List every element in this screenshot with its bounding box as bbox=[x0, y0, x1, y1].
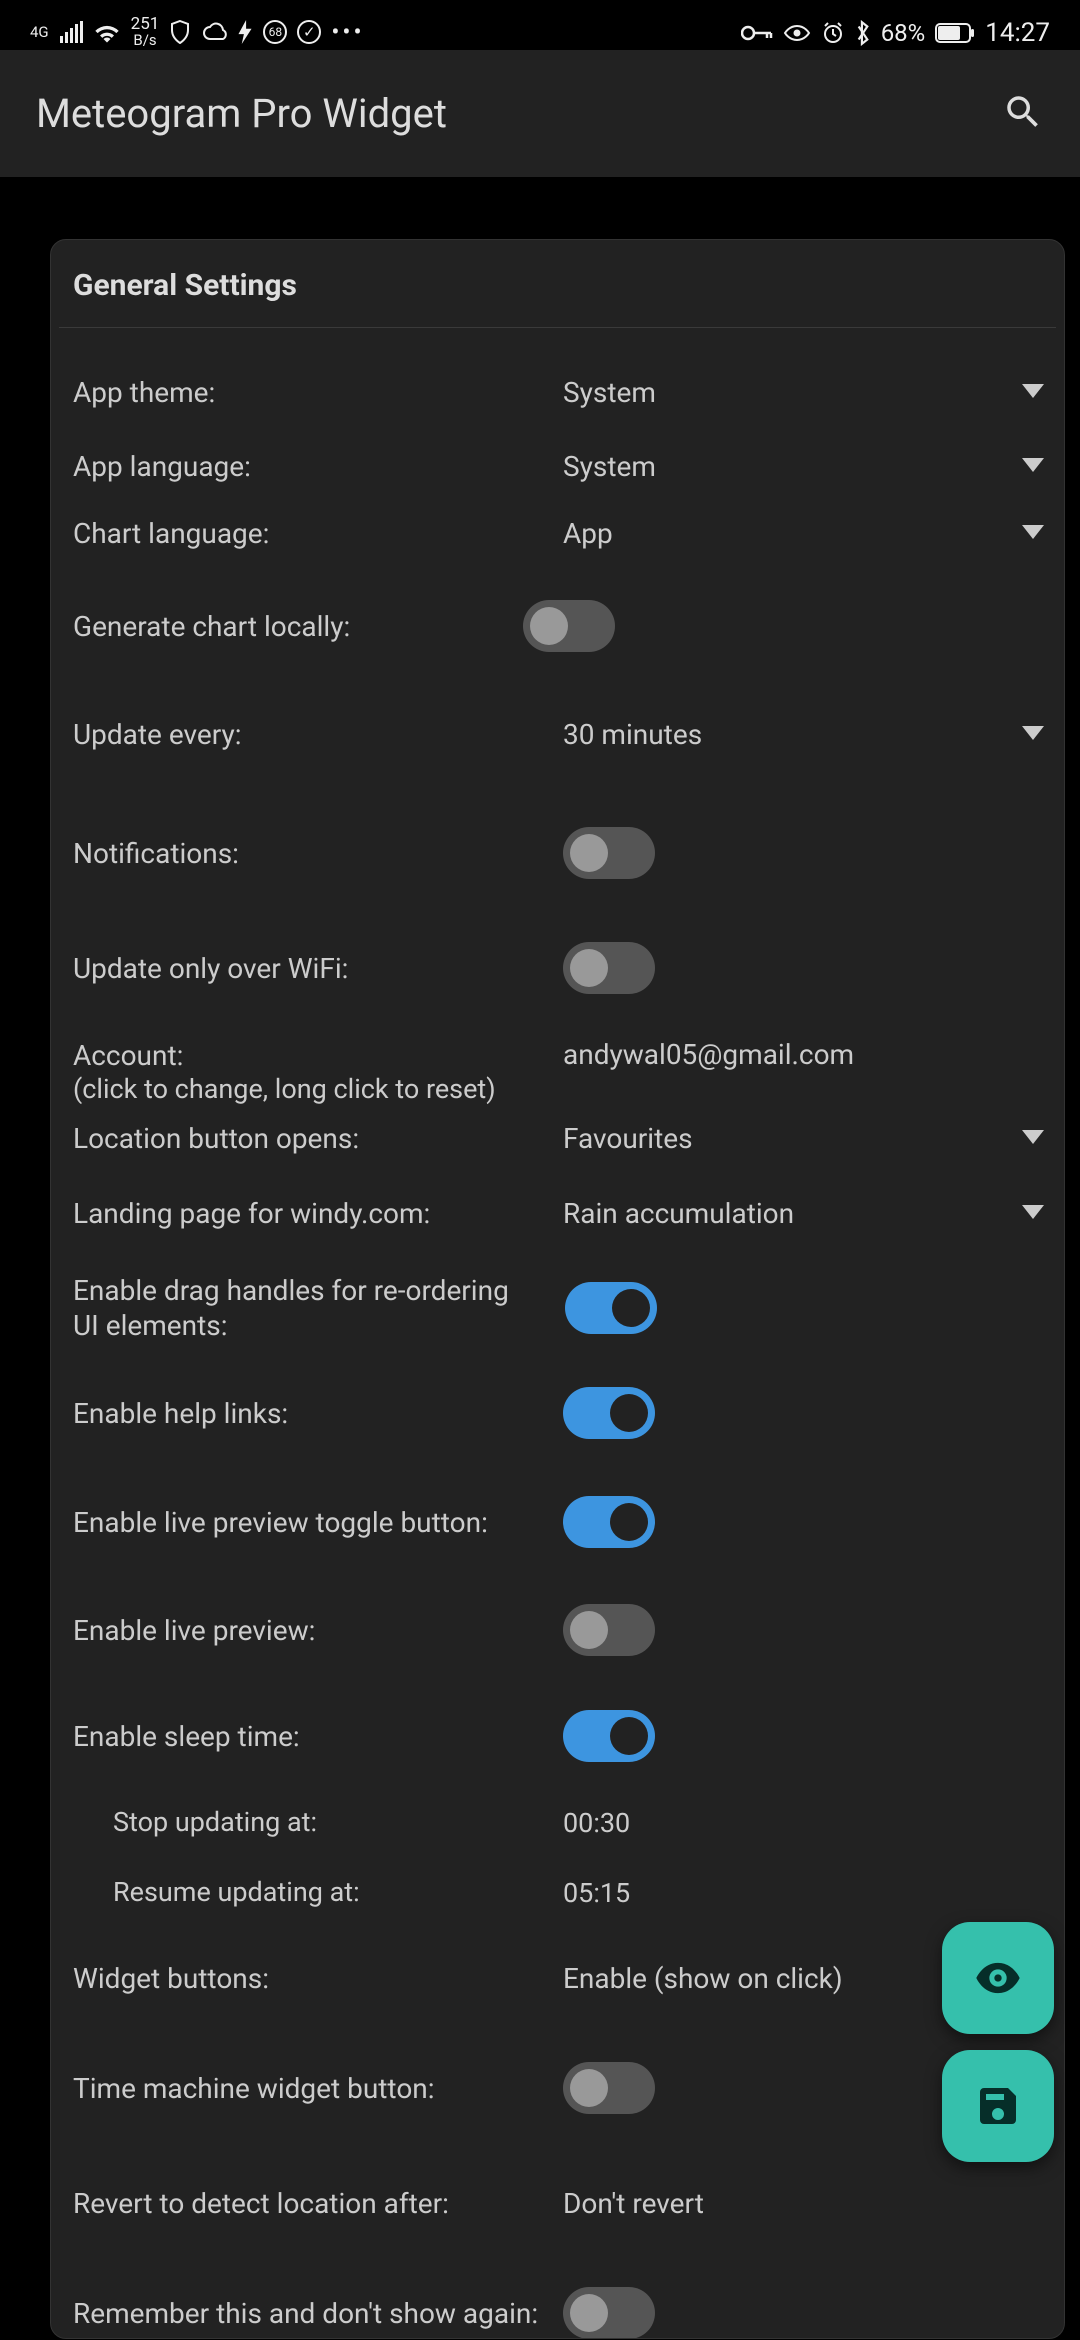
row-app-language[interactable]: App language: System bbox=[73, 438, 1050, 494]
row-resume-at[interactable]: Resume updating at: 05:15 bbox=[73, 1858, 1050, 1928]
label-account: Account: bbox=[73, 1039, 183, 1072]
label-location-button: Location button opens: bbox=[73, 1121, 563, 1156]
row-account[interactable]: Account:(click to change, long click to … bbox=[73, 1018, 1050, 1108]
more-icon: ••• bbox=[331, 18, 364, 46]
label-app-theme: App theme: bbox=[73, 375, 563, 410]
toggle-help-links[interactable] bbox=[563, 1387, 655, 1439]
value-chart-language: App bbox=[563, 517, 1010, 550]
value-revert-detect: Don't revert bbox=[563, 2187, 1010, 2220]
battery-icon bbox=[935, 23, 975, 43]
chevron-down-icon bbox=[1022, 726, 1044, 740]
label-sleep-time: Enable sleep time: bbox=[73, 1719, 563, 1754]
value-location-button: Favourites bbox=[563, 1122, 1010, 1155]
label-resume-at: Resume updating at: bbox=[73, 1876, 563, 1910]
search-icon[interactable] bbox=[1002, 91, 1044, 137]
toggle-generate-chart-locally[interactable] bbox=[523, 600, 615, 652]
wifi-icon bbox=[93, 21, 121, 43]
row-revert-detect[interactable]: Revert to detect location after: Don't r… bbox=[73, 2148, 1050, 2258]
toggle-live-preview[interactable] bbox=[563, 1604, 655, 1656]
toggle-drag-handles[interactable] bbox=[565, 1282, 657, 1334]
value-resume-at: 05:15 bbox=[563, 1877, 1010, 1909]
row-help-links[interactable]: Enable help links: bbox=[73, 1358, 1050, 1468]
toggle-time-machine[interactable] bbox=[563, 2062, 655, 2114]
fab-preview[interactable] bbox=[942, 1922, 1054, 2034]
label-drag-handles: Enable drag handles for re-ordering UI e… bbox=[73, 1273, 521, 1343]
chevron-down-icon bbox=[1022, 1205, 1044, 1219]
section-title: General Settings bbox=[51, 268, 1064, 327]
chevron-down-icon bbox=[1022, 458, 1044, 472]
label-revert-detect: Revert to detect location after: bbox=[73, 2186, 563, 2221]
row-sleep-time[interactable]: Enable sleep time: bbox=[73, 1684, 1050, 1788]
value-update-every: 30 minutes bbox=[563, 718, 1010, 751]
label-help-links: Enable help links: bbox=[73, 1396, 563, 1431]
label-generate-chart-locally: Generate chart locally: bbox=[73, 609, 523, 644]
fab-save[interactable] bbox=[942, 2050, 1054, 2162]
clock: 14:27 bbox=[985, 18, 1050, 48]
settings-card: General Settings App theme: System App l… bbox=[50, 239, 1065, 2339]
row-update-every[interactable]: Update every: 30 minutes bbox=[73, 680, 1050, 788]
toggle-notifications[interactable] bbox=[563, 827, 655, 879]
eye-icon bbox=[783, 24, 811, 42]
row-live-preview[interactable]: Enable live preview: bbox=[73, 1576, 1050, 1684]
label-update-wifi: Update only over WiFi: bbox=[73, 951, 563, 986]
toggle-sleep-time[interactable] bbox=[563, 1710, 655, 1762]
row-drag-handles[interactable]: Enable drag handles for re-ordering UI e… bbox=[73, 1258, 1050, 1358]
row-widget-buttons[interactable]: Widget buttons: Enable (show on click) bbox=[73, 1928, 1050, 2028]
chevron-down-icon bbox=[1022, 525, 1044, 539]
alarm-icon bbox=[821, 21, 845, 45]
label-widget-buttons: Widget buttons: bbox=[73, 1961, 563, 1996]
app-title: Meteogram Pro Widget bbox=[36, 90, 447, 137]
eye-icon bbox=[972, 1952, 1024, 2004]
network-4g-icon: 4G bbox=[30, 25, 49, 40]
app-bar: Meteogram Pro Widget bbox=[0, 50, 1080, 177]
bluetooth-icon bbox=[855, 20, 871, 46]
value-account: andywal05@gmail.com bbox=[563, 1038, 1010, 1071]
cloud-icon bbox=[201, 22, 227, 42]
value-app-theme: System bbox=[563, 376, 1010, 409]
circle-68-icon: 68 bbox=[263, 20, 287, 44]
status-bar: 4G 251B/s 68 ✓ ••• bbox=[0, 0, 1080, 50]
label-live-preview-toggle: Enable live preview toggle button: bbox=[73, 1505, 563, 1540]
row-notifications[interactable]: Notifications: bbox=[73, 788, 1050, 918]
label-notifications: Notifications: bbox=[73, 836, 563, 871]
value-landing-windy: Rain accumulation bbox=[563, 1197, 1010, 1230]
circle-check-icon: ✓ bbox=[297, 20, 321, 44]
label-chart-language: Chart language: bbox=[73, 516, 563, 551]
label-update-every: Update every: bbox=[73, 717, 563, 752]
fade-bottom bbox=[51, 2298, 1064, 2338]
network-speed: 251B/s bbox=[131, 16, 160, 48]
value-stop-at: 00:30 bbox=[563, 1807, 1010, 1839]
row-time-machine[interactable]: Time machine widget button: bbox=[73, 2028, 1050, 2148]
row-landing-windy[interactable]: Landing page for windy.com: Rain accumul… bbox=[73, 1168, 1050, 1258]
battery-percent: 68% bbox=[881, 19, 926, 47]
bolt-icon bbox=[237, 20, 253, 44]
chevron-down-icon bbox=[1022, 384, 1044, 398]
label-time-machine: Time machine widget button: bbox=[73, 2071, 563, 2106]
row-stop-at[interactable]: Stop updating at: 00:30 bbox=[73, 1788, 1050, 1858]
toggle-live-preview-toggle[interactable] bbox=[563, 1496, 655, 1548]
label-landing-windy: Landing page for windy.com: bbox=[73, 1196, 563, 1231]
row-generate-chart-locally[interactable]: Generate chart locally: bbox=[73, 572, 1050, 680]
value-app-language: System bbox=[563, 450, 1010, 483]
save-icon bbox=[974, 2082, 1022, 2130]
row-location-button[interactable]: Location button opens: Favourites bbox=[73, 1108, 1050, 1168]
row-live-preview-toggle[interactable]: Enable live preview toggle button: bbox=[73, 1468, 1050, 1576]
chevron-down-icon bbox=[1022, 1130, 1044, 1144]
row-chart-language[interactable]: Chart language: App bbox=[73, 494, 1050, 572]
shield-icon bbox=[169, 20, 191, 44]
row-app-theme[interactable]: App theme: System bbox=[73, 346, 1050, 438]
key-icon bbox=[741, 24, 773, 42]
row-update-wifi[interactable]: Update only over WiFi: bbox=[73, 918, 1050, 1018]
signal-icon bbox=[59, 21, 83, 43]
toggle-update-wifi[interactable] bbox=[563, 942, 655, 994]
label-account-sub: (click to change, long click to reset) bbox=[73, 1073, 551, 1107]
label-stop-at: Stop updating at: bbox=[73, 1806, 563, 1840]
label-app-language: App language: bbox=[73, 449, 563, 484]
label-live-preview: Enable live preview: bbox=[73, 1613, 563, 1648]
